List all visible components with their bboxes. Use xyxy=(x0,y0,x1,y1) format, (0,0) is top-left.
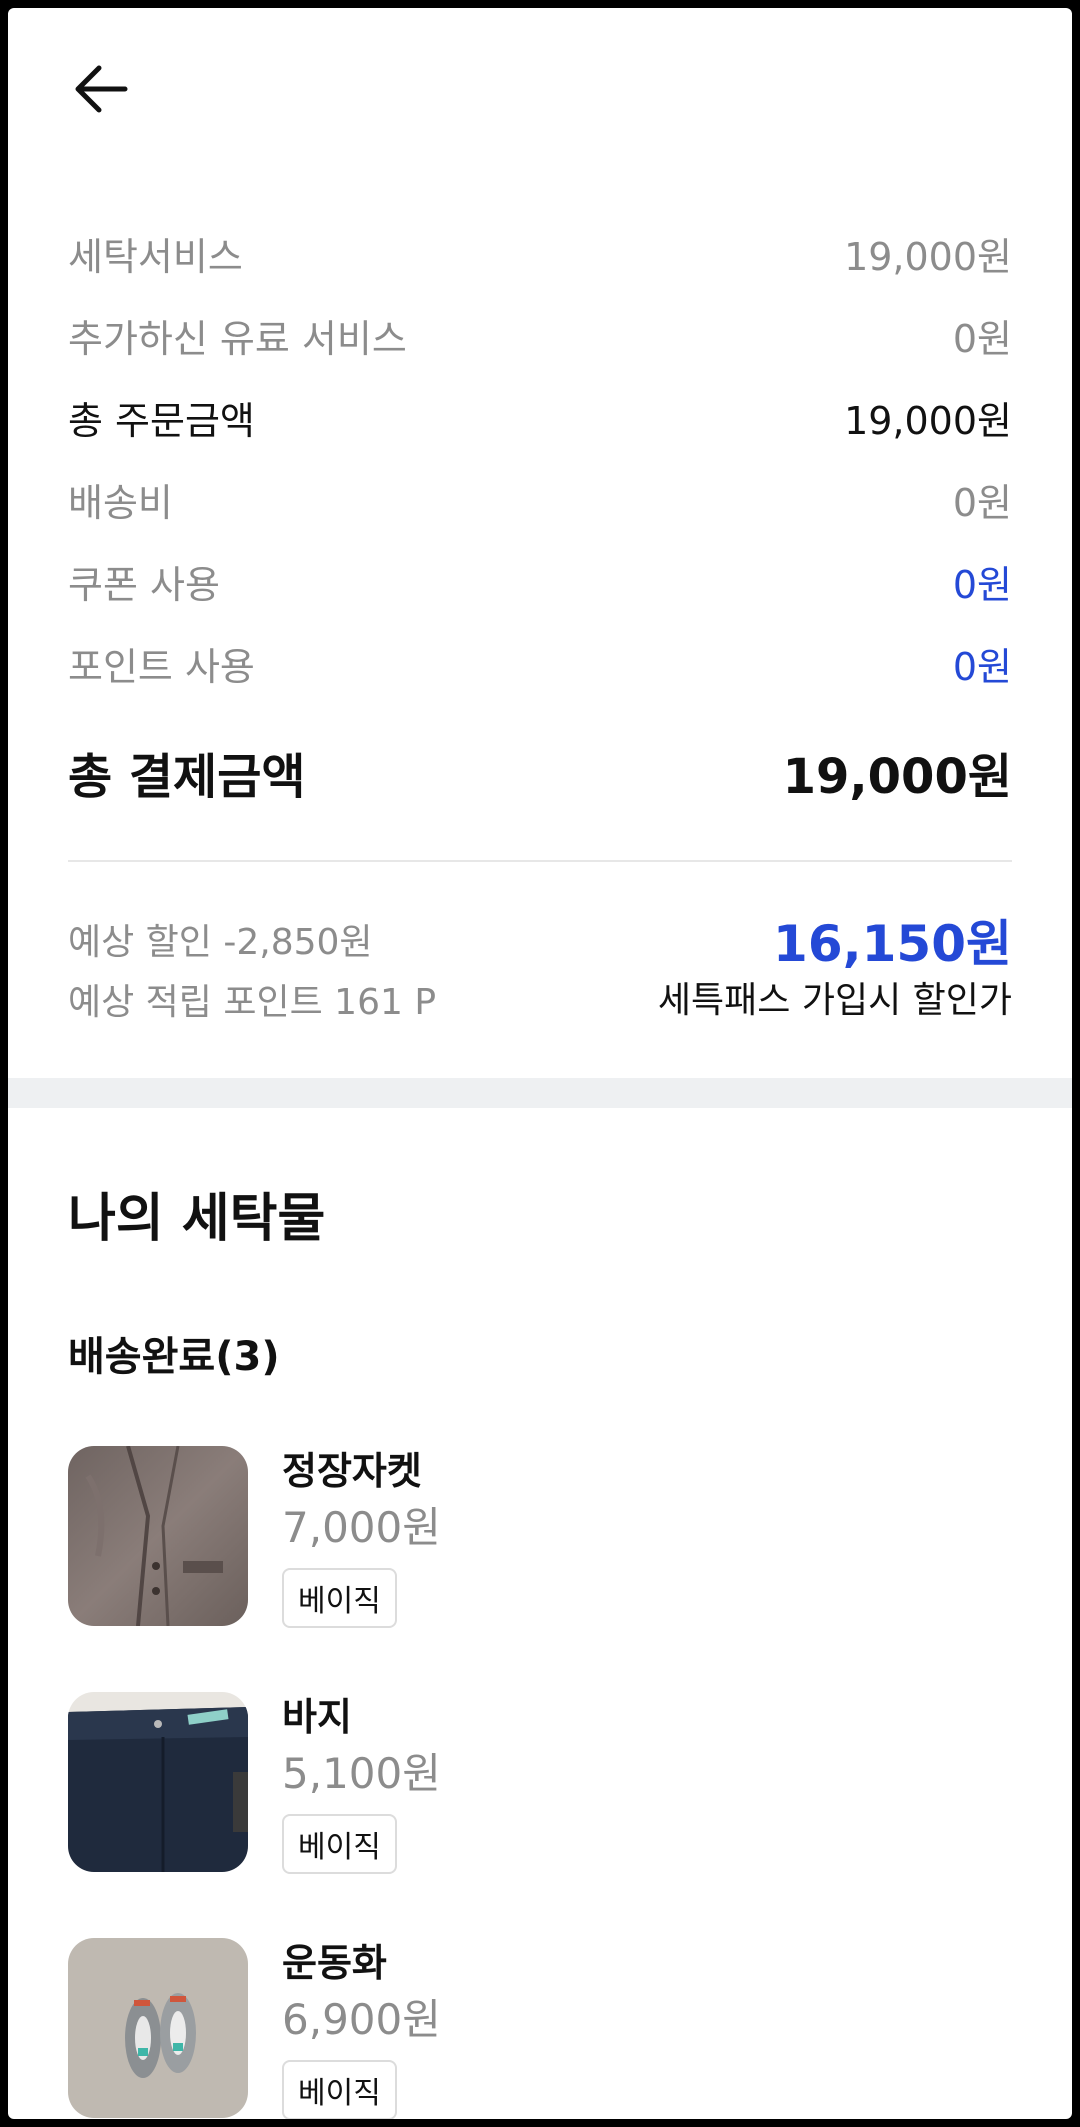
pass-price: 16,150원 xyxy=(773,915,1012,973)
item-price: 6,900원 xyxy=(282,1995,441,2044)
laundry-item[interactable]: 운동화 6,900원 베이직 xyxy=(68,1938,968,2119)
summary-value: 19,000원 xyxy=(844,234,1012,279)
summary-value: 0원 xyxy=(952,562,1012,607)
payment-total: 총 결제금액 19,000원 xyxy=(68,730,1012,814)
laundry-item[interactable]: 바지 5,100원 베이직 xyxy=(68,1692,968,1882)
summary-row-points: 포인트 사용 0원 xyxy=(68,622,1012,704)
expected-points: 예상 적립 포인트 161 P xyxy=(68,982,437,1023)
item-service-badge: 베이직 xyxy=(282,2060,397,2119)
pass-estimates: 예상 할인 -2,850원 예상 적립 포인트 161 P xyxy=(68,913,436,1033)
summary-value: 19,000원 xyxy=(844,398,1012,443)
pass-caption: 세특패스 가입시 할인가 xyxy=(657,980,1012,1021)
item-service-badge: 베이직 xyxy=(282,1814,397,1874)
summary-label: 세탁서비스 xyxy=(68,234,243,279)
screen: 세탁서비스 19,000원 추가하신 유료 서비스 0원 총 주문금액 19,0… xyxy=(8,8,1072,2119)
divider xyxy=(68,860,1012,862)
summary-row-laundry-service: 세탁서비스 19,000원 xyxy=(68,212,1012,294)
summary-label: 총 주문금액 xyxy=(68,398,255,443)
expected-discount: 예상 할인 -2,850원 xyxy=(68,922,373,963)
summary-label: 배송비 xyxy=(68,480,173,525)
back-button[interactable] xyxy=(68,56,134,122)
pants-photo xyxy=(68,1692,248,1872)
item-price: 5,100원 xyxy=(282,1749,441,1798)
item-service-badge: 베이직 xyxy=(282,1568,397,1628)
item-price: 7,000원 xyxy=(282,1503,441,1552)
summary-value: 0원 xyxy=(952,644,1012,689)
section-separator xyxy=(8,1078,1072,1108)
item-name: 정장자켓 xyxy=(282,1449,422,1493)
summary-row-delivery-fee: 배송비 0원 xyxy=(68,458,1012,540)
pass-price-block: 16,150원 세특패스 가입시 할인가 xyxy=(658,913,1012,1027)
summary-value: 0원 xyxy=(952,480,1012,525)
summary-row-paid-options: 추가하신 유료 서비스 0원 xyxy=(68,294,1012,376)
summary-value: 0원 xyxy=(952,316,1012,361)
group-title: 배송완료(3) xyxy=(68,1334,280,1380)
item-name: 운동화 xyxy=(282,1941,387,1985)
summary-row-order-total: 총 주문금액 19,000원 xyxy=(68,376,1012,458)
payment-total-label: 총 결제금액 xyxy=(68,749,306,805)
summary-row-coupon: 쿠폰 사용 0원 xyxy=(68,540,1012,622)
summary-label: 포인트 사용 xyxy=(68,644,255,689)
laundry-item[interactable]: 정장자켓 7,000원 베이직 xyxy=(68,1446,968,1636)
summary-label: 쿠폰 사용 xyxy=(68,562,220,607)
section-title: 나의 세탁물 xyxy=(68,1189,326,1249)
payment-total-value: 19,000원 xyxy=(782,749,1012,805)
arrow-left-icon xyxy=(75,65,128,113)
item-name: 바지 xyxy=(282,1695,352,1739)
sneakers-photo xyxy=(68,1938,248,2118)
payment-summary: 세탁서비스 19,000원 추가하신 유료 서비스 0원 총 주문금액 19,0… xyxy=(68,212,1012,814)
membership-pass-info: 예상 할인 -2,850원 예상 적립 포인트 161 P 16,150원 세특… xyxy=(68,913,1012,1043)
summary-label: 추가하신 유료 서비스 xyxy=(68,316,407,361)
jacket-photo xyxy=(68,1446,248,1626)
